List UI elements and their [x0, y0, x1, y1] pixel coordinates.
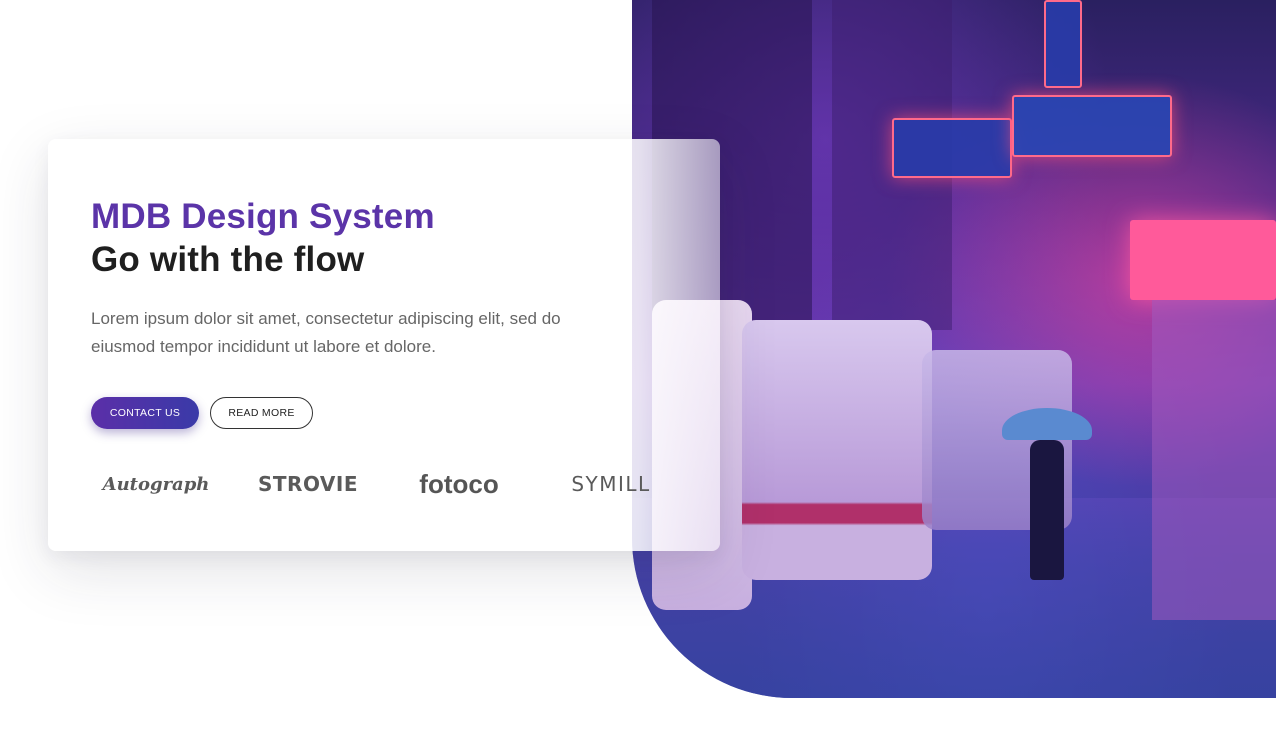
contact-us-button[interactable]: CONTACT US [91, 397, 199, 429]
neon-sign [1044, 0, 1082, 88]
shopfront [1152, 300, 1276, 620]
hero-lead-text: Lorem ipsum dolor sit amet, consectetur … [91, 309, 561, 356]
logo-autograph: Autograph [102, 473, 210, 495]
client-logos: Autograph STROVIE fotoco SYMILL [91, 464, 671, 504]
hero-image [632, 0, 1276, 698]
neon-sign [1012, 95, 1172, 157]
neon-sign [892, 118, 1012, 178]
logo-fotoco: fotoco [419, 468, 499, 499]
hero-card: MDB Design System Go with the flow Lorem… [48, 139, 720, 551]
neon-sign [1130, 220, 1276, 300]
pedestrian [1030, 440, 1064, 580]
hero-title: MDB Design System [91, 197, 435, 236]
hero-subtitle: Go with the flow [91, 240, 365, 279]
read-more-button[interactable]: READ MORE [210, 397, 313, 429]
logo-symill: SYMILL [571, 472, 651, 496]
logo-strovie: STROVIE [258, 472, 358, 496]
minibus [742, 320, 932, 580]
